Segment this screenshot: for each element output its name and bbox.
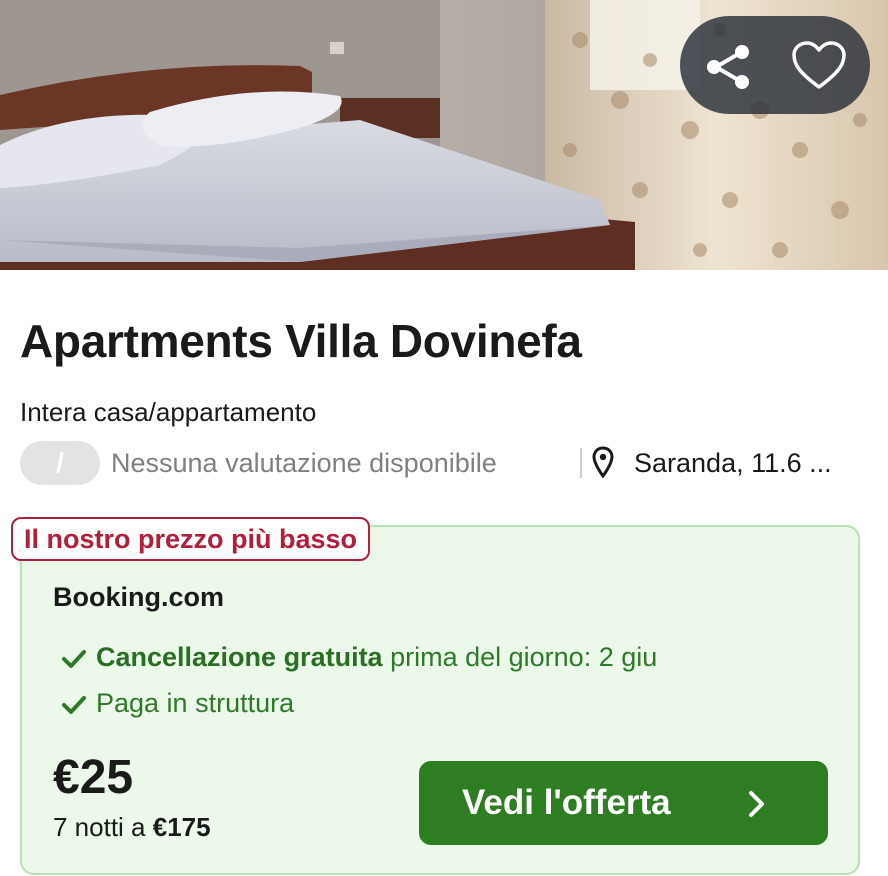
view-offer-label: Vedi l'offerta <box>462 783 671 822</box>
free-cancellation-perk: Cancellazione gratuita prima del giorno:… <box>62 642 657 673</box>
lowest-price-badge: Il nostro prezzo più basso <box>11 517 371 561</box>
hotel-card[interactable]: Apartments Villa Dovinefa Intera casa/ap… <box>0 0 888 876</box>
check-icon <box>62 649 86 668</box>
check-icon <box>62 695 86 714</box>
total-price: 7 notti a €175 <box>53 812 211 843</box>
share-button[interactable] <box>702 41 754 93</box>
rating-text: Nessuna valutazione disponibile <box>111 448 497 478</box>
location-text[interactable]: Saranda, 11.6 ... <box>634 448 832 479</box>
hotel-photo[interactable] <box>0 0 888 270</box>
photo-actions <box>680 16 870 114</box>
pay-at-property-perk: Paga in struttura <box>62 688 294 719</box>
pay-at-property-label: Paga in struttura <box>96 688 295 718</box>
view-offer-button[interactable]: Vedi l'offerta <box>419 761 828 845</box>
heart-icon <box>792 41 846 89</box>
favorite-button[interactable] <box>790 40 848 92</box>
free-cancellation-label: Cancellazione gratuita <box>96 642 383 672</box>
provider-name: Booking.com <box>53 582 225 612</box>
divider <box>580 448 582 478</box>
nightly-price: €25 <box>53 751 134 804</box>
total-amount: €175 <box>152 812 211 842</box>
rating-location-row: / Nessuna valutazione disponibile Sarand… <box>20 440 870 486</box>
share-icon <box>707 45 749 89</box>
rating-badge: / <box>20 441 100 485</box>
chevron-right-icon <box>749 791 764 817</box>
accommodation-type: Intera casa/appartamento <box>20 397 317 427</box>
hotel-name[interactable]: Apartments Villa Dovinefa <box>20 314 582 368</box>
cancellation-deadline: prima del giorno: 2 giu <box>390 642 658 672</box>
location-pin-icon <box>592 446 614 478</box>
nights-label: 7 notti a <box>53 812 146 842</box>
